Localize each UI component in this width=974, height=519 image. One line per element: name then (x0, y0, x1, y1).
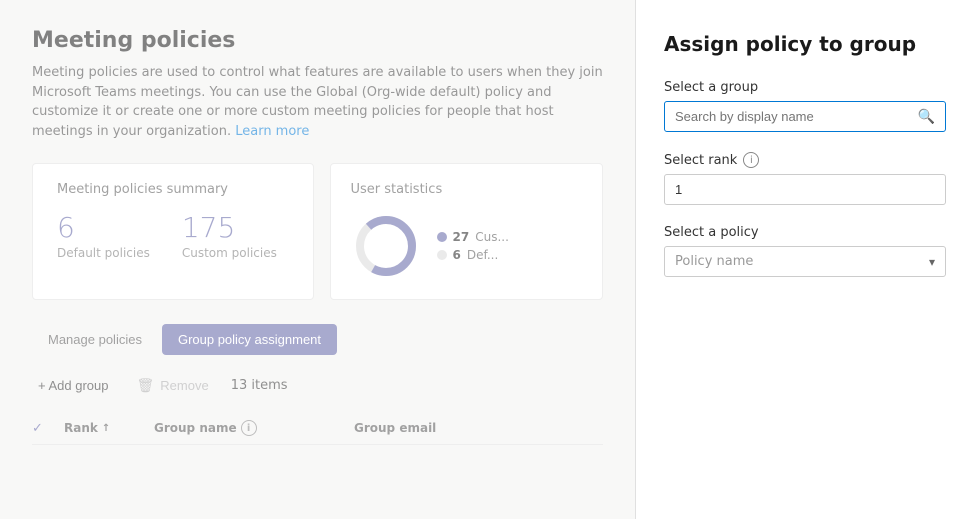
items-count: 13 items (231, 378, 288, 393)
tabs-row: Manage policies Group policy assignment (32, 324, 603, 355)
toolbar: + Add group 🗑 Remove 13 items (32, 373, 603, 398)
default-legend-item: 6 Def... (437, 248, 509, 262)
tab-group-policy-assignment[interactable]: Group policy assignment (162, 324, 337, 355)
user-stats-content: User statistics 27 Cus... (351, 182, 583, 281)
user-statistics-card: User statistics 27 Cus... (330, 163, 604, 300)
default-legend-label: Def... (467, 248, 498, 262)
side-panel: Assign policy to group Select a group 🔍 … (635, 0, 974, 519)
remove-icon: 🗑 (136, 377, 154, 394)
custom-legend-value: 27 (453, 230, 470, 244)
description-text: Meeting policies are used to control wha… (32, 65, 603, 139)
panel-title: Assign policy to group (664, 32, 946, 56)
main-panel: Meeting policies Meeting policies are us… (0, 0, 635, 519)
select-rank-group: Select rank i (664, 152, 946, 205)
custom-dot (437, 232, 447, 242)
custom-label: Custom policies (182, 246, 277, 260)
donut-chart (351, 211, 421, 281)
default-stat: 6 Default policies (57, 211, 150, 260)
search-group-wrapper: 🔍 (664, 101, 946, 132)
default-legend-value: 6 (453, 248, 461, 262)
group-name-label: Group name (154, 421, 237, 435)
select-rank-label: Select rank i (664, 152, 946, 168)
col-group-name-header: Group name i (154, 420, 354, 436)
summary-row: Meeting policies summary 6 Default polic… (32, 163, 603, 300)
group-email-label: Group email (354, 421, 436, 435)
select-policy-group: Select a policy ▾ Policy name (664, 225, 946, 277)
col-group-email-header: Group email (354, 421, 603, 435)
custom-stat: 175 Custom policies (182, 211, 277, 260)
table-header: ✓ Rank ↑ Group name i Group email (32, 412, 603, 445)
select-policy-label: Select a policy (664, 225, 946, 240)
remove-label: Remove (160, 378, 208, 393)
rank-label: Rank (64, 421, 98, 435)
custom-count: 175 (182, 211, 277, 244)
rank-label-text: Select rank (664, 153, 737, 168)
page-description: Meeting policies are used to control wha… (32, 63, 603, 141)
search-group-input[interactable] (665, 102, 908, 131)
summary-card-title: Meeting policies summary (57, 182, 289, 197)
page-title: Meeting policies (32, 28, 603, 53)
user-stats-title: User statistics (351, 182, 583, 197)
rank-info-icon: i (743, 152, 759, 168)
col-check: ✓ (32, 421, 64, 436)
summary-stats: 6 Default policies 175 Custom policies (57, 211, 289, 260)
custom-legend-label: Cus... (475, 230, 509, 244)
default-count: 6 (57, 211, 150, 244)
group-name-info-icon: i (241, 420, 257, 436)
remove-button[interactable]: 🗑 Remove (130, 373, 214, 398)
custom-legend-item: 27 Cus... (437, 230, 509, 244)
select-group-group: Select a group 🔍 (664, 80, 946, 132)
search-button[interactable]: 🔍 (908, 102, 945, 131)
policy-select[interactable] (665, 247, 945, 276)
meeting-policies-summary-card: Meeting policies summary 6 Default polic… (32, 163, 314, 300)
rank-input[interactable] (664, 174, 946, 205)
default-dot (437, 250, 447, 260)
search-icon: 🔍 (918, 108, 935, 124)
add-group-button[interactable]: + Add group (32, 374, 114, 397)
add-group-label: + Add group (38, 378, 108, 393)
tab-manage-policies[interactable]: Manage policies (32, 324, 158, 355)
learn-more-link[interactable]: Learn more (235, 124, 309, 139)
stats-legend: 27 Cus... 6 Def... (437, 230, 509, 262)
col-rank-header: Rank ↑ (64, 421, 154, 435)
policy-select-wrapper: ▾ Policy name (664, 246, 946, 277)
default-label: Default policies (57, 246, 150, 260)
select-group-label: Select a group (664, 80, 946, 95)
